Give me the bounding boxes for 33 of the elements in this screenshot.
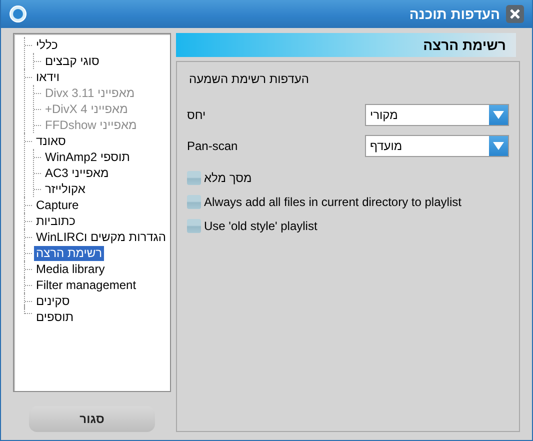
checkbox-label: Always add all files in current directory to playlist: [204, 195, 462, 209]
tree-item[interactable]: סאונד: [34, 134, 68, 148]
panel-title: רשימת הרצה: [176, 33, 516, 57]
section-title: העדפות רשימת השמעה: [189, 72, 310, 86]
tree-item[interactable]: סוגי קבצים: [43, 54, 102, 68]
tree-item[interactable]: תוספי WinAmp2: [43, 150, 132, 164]
tree-item[interactable]: מאפייני AC3: [43, 166, 111, 180]
dropdown-arrow-icon: [493, 111, 504, 119]
close-icon[interactable]: [506, 5, 524, 23]
dropdown[interactable]: מועדף: [365, 135, 509, 157]
tree-item[interactable]: רשימת הרצה: [34, 246, 104, 260]
close-button[interactable]: סגור: [29, 406, 155, 432]
tree-item[interactable]: Filter management: [34, 278, 138, 292]
tree-item[interactable]: תוספים: [34, 310, 76, 324]
tree-item[interactable]: Capture: [34, 198, 81, 212]
dropdown-arrow-icon: [493, 142, 504, 150]
tree-item[interactable]: הגדרות מקשים וWinLIRC: [34, 230, 168, 244]
dropdown-label: Pan-scan: [187, 139, 238, 153]
tree-item[interactable]: Media library: [34, 262, 107, 276]
checkbox[interactable]: [187, 171, 201, 185]
tree-item[interactable]: אקולייזר: [43, 182, 88, 196]
tree-item[interactable]: וידאו: [34, 70, 62, 84]
checkbox[interactable]: [187, 219, 201, 233]
tree-item[interactable]: כתוביות: [34, 214, 78, 228]
checkbox-label: Use 'old style' playlist: [204, 219, 318, 233]
tree-item[interactable]: סקינים: [34, 294, 72, 308]
tree-item[interactable]: כללי: [34, 38, 60, 52]
app-icon: [9, 5, 27, 23]
window-title: העדפות תוכנה: [408, 6, 500, 22]
dropdown-label: יחס: [187, 108, 206, 122]
dropdown[interactable]: מקורי: [365, 104, 509, 126]
checkbox[interactable]: [187, 195, 201, 209]
checkbox-label: מסך מלא: [204, 171, 252, 185]
